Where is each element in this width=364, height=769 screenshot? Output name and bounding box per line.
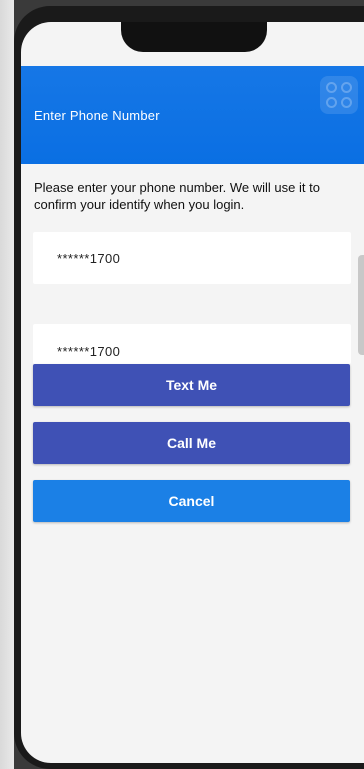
phone-option-1[interactable]: ******1700 [33,232,351,284]
instructions-text: Please enter your phone number. We will … [34,180,320,212]
call-me-button[interactable]: Call Me [33,422,350,464]
app-logo-icon [320,76,358,114]
cancel-button[interactable]: Cancel [33,480,350,522]
phone-notch [121,22,267,52]
masked-phone-number: ******1700 [57,344,121,359]
masked-phone-number: ******1700 [57,251,121,266]
phone-option-2[interactable]: ******1700 [33,324,351,364]
text-me-button[interactable]: Text Me [33,364,350,406]
phone-screen: Enter Phone Number Please enter your pho… [21,22,364,763]
page-title: Enter Phone Number [34,108,160,123]
phone-side-button [358,255,364,355]
app-header: Enter Phone Number [21,66,364,164]
